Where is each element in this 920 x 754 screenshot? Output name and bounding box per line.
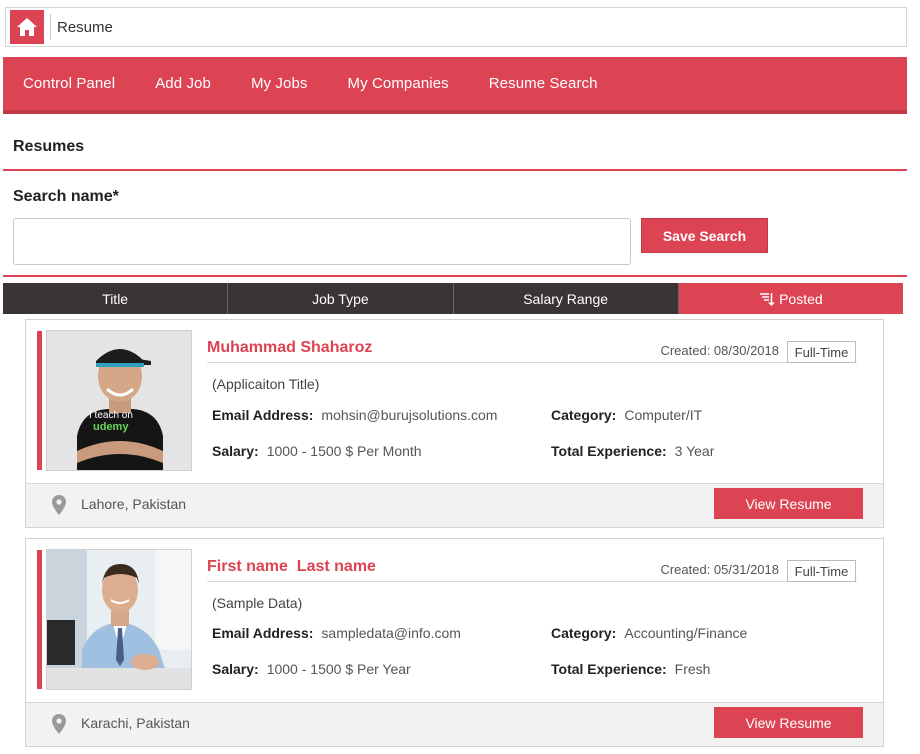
divider — [207, 581, 857, 582]
category-label: Category: — [551, 625, 617, 641]
card-footer: Karachi, Pakistan View Resume — [26, 702, 883, 746]
location-text: Lahore, Pakistan — [81, 496, 187, 512]
experience-label: Total Experience: — [551, 661, 667, 677]
candidate-name[interactable]: Muhammad Shaharoz — [207, 339, 372, 357]
sort-tab-label: Title — [102, 290, 129, 307]
divider — [207, 362, 857, 363]
page-title: Resumes — [13, 138, 85, 155]
email-label: Email Address: — [212, 407, 314, 423]
experience-field: Total Experience: Fresh — [551, 661, 710, 677]
sort-tab-label: Job Type — [312, 290, 369, 307]
home-button[interactable] — [10, 10, 44, 44]
card-accent-bar — [37, 331, 42, 470]
email-field: Email Address: sampledata@info.com — [212, 625, 461, 641]
application-title: (Applicaiton Title) — [212, 376, 320, 392]
view-resume-button[interactable]: View Resume — [714, 488, 863, 519]
candidate-photo[interactable] — [46, 549, 192, 690]
email-label: Email Address: — [212, 625, 314, 641]
salary-value: 1000 - 1500 $ Per Month — [266, 443, 422, 459]
divider — [3, 169, 907, 171]
category-field: Category: Accounting/Finance — [551, 625, 747, 641]
nav-resume-search[interactable]: Resume Search — [489, 75, 598, 92]
search-name-label: Search name* — [13, 188, 119, 205]
created-date: Created: 05/31/2018 — [660, 562, 779, 577]
divider — [3, 275, 907, 277]
email-field: Email Address: mohsin@burujsolutions.com — [212, 407, 497, 423]
sort-tab-label: Salary Range — [523, 290, 609, 307]
breadcrumb-current: Resume — [57, 18, 113, 36]
email-value: mohsin@burujsolutions.com — [321, 407, 498, 423]
save-search-button[interactable]: Save Search — [641, 218, 768, 253]
salary-label: Salary: — [212, 661, 259, 677]
sort-tab-label: Posted — [779, 290, 823, 307]
created-date: Created: 08/30/2018 — [660, 343, 779, 358]
nav-my-jobs[interactable]: My Jobs — [251, 75, 308, 92]
view-resume-button[interactable]: View Resume — [714, 707, 863, 738]
experience-value: 3 Year — [674, 443, 715, 459]
salary-field: Salary: 1000 - 1500 $ Per Month — [212, 443, 422, 459]
category-value: Accounting/Finance — [624, 625, 748, 641]
experience-field: Total Experience: 3 Year — [551, 443, 714, 459]
salary-label: Salary: — [212, 443, 259, 459]
resume-card: I teach on udemy Muhammad Shaharoz Creat… — [25, 319, 884, 528]
location-pin-icon — [52, 495, 66, 515]
nav-add-job[interactable]: Add Job — [155, 75, 211, 92]
breadcrumb: Resume — [5, 7, 907, 47]
resume-card: First name Last name Created: 05/31/2018… — [25, 538, 884, 747]
card-accent-bar — [37, 550, 42, 689]
job-type-badge: Full-Time — [787, 341, 856, 363]
salary-value: 1000 - 1500 $ Per Year — [266, 661, 411, 677]
candidate-name[interactable]: First name Last name — [207, 558, 376, 576]
category-label: Category: — [551, 407, 617, 423]
category-field: Category: Computer/IT — [551, 407, 702, 423]
sort-tab-salary-range[interactable]: Salary Range — [453, 283, 679, 314]
sort-bar: Title Job Type Salary Range Posted — [3, 283, 903, 314]
breadcrumb-separator — [50, 14, 51, 40]
application-title: (Sample Data) — [212, 595, 303, 611]
home-icon — [17, 18, 37, 36]
experience-label: Total Experience: — [551, 443, 667, 459]
salary-field: Salary: 1000 - 1500 $ Per Year — [212, 661, 411, 677]
sort-tab-posted[interactable]: Posted — [678, 283, 903, 314]
search-name-input[interactable] — [13, 218, 631, 265]
location-text: Karachi, Pakistan — [81, 715, 190, 731]
main-nav: Control Panel Add Job My Jobs My Compani… — [3, 57, 907, 114]
sort-tab-title[interactable]: Title — [3, 283, 229, 314]
email-value: sampledata@info.com — [321, 625, 461, 641]
nav-my-companies[interactable]: My Companies — [348, 75, 449, 92]
job-type-badge: Full-Time — [787, 560, 856, 582]
shirt-text: I teach on — [89, 410, 133, 421]
experience-value: Fresh — [674, 661, 711, 677]
shirt-text: udemy — [93, 421, 129, 433]
location-pin-icon — [52, 714, 66, 734]
sort-descending-icon — [759, 291, 775, 307]
nav-control-panel[interactable]: Control Panel — [23, 75, 115, 92]
category-value: Computer/IT — [624, 407, 703, 423]
candidate-photo[interactable]: I teach on udemy — [46, 330, 192, 471]
sort-tab-job-type[interactable]: Job Type — [228, 283, 454, 314]
card-footer: Lahore, Pakistan View Resume — [26, 483, 883, 527]
